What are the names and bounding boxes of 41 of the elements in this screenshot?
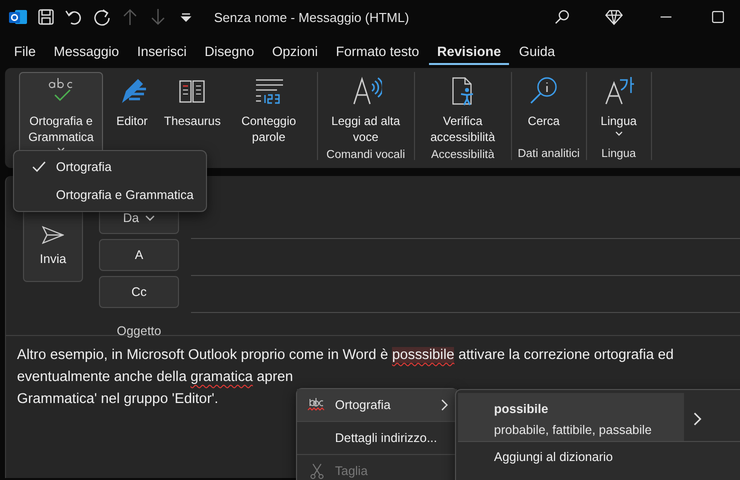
menu-item[interactable]: Aggiungi al dizionario xyxy=(456,442,740,464)
ribbon-tab[interactable]: Formato testo xyxy=(328,38,428,64)
ribbon-tab[interactable]: Messaggio xyxy=(46,38,128,64)
window-title: Senza nome - Messaggio (HTML) xyxy=(214,10,410,24)
ribbon-button[interactable]: Cerca xyxy=(518,72,570,133)
redo-icon[interactable] xyxy=(92,7,112,27)
ribbon-button[interactable]: Conteggio parole xyxy=(226,72,311,149)
spelling-icon xyxy=(307,397,327,413)
group-label: Comandi vocali xyxy=(325,149,406,161)
ribbon-button[interactable]: Verifica accessibilità xyxy=(420,72,505,149)
group-label: Accessibilità xyxy=(430,149,496,161)
ribbon-tab[interactable]: Guida xyxy=(510,38,563,64)
ribbon-button[interactable]: Thesaurus xyxy=(161,72,224,133)
maximize-icon[interactable] xyxy=(709,8,727,26)
menu-item[interactable]: Ortografia xyxy=(297,389,457,422)
chevron-down-icon xyxy=(144,214,155,222)
chevron-right-icon xyxy=(441,399,449,411)
chevron-right-icon[interactable] xyxy=(692,412,704,426)
address-button[interactable]: A xyxy=(99,239,179,271)
ribbon-tab[interactable]: File xyxy=(6,38,44,64)
save-icon[interactable] xyxy=(36,7,56,27)
search-icon[interactable] xyxy=(553,8,571,26)
address-button[interactable]: Cc xyxy=(99,276,179,308)
group-label: Lingua xyxy=(600,148,637,160)
send-button[interactable]: Invia xyxy=(23,209,83,282)
ribbon-tab[interactable]: Disegno xyxy=(196,38,262,64)
diamond-icon[interactable] xyxy=(605,8,623,26)
subject-label: Oggetto xyxy=(116,324,162,338)
send-icon xyxy=(42,226,64,244)
language-icon xyxy=(602,75,635,107)
ribbon-button[interactable]: Editor xyxy=(106,72,158,133)
chevron-down-icon xyxy=(614,131,623,136)
mail-app-logo-icon xyxy=(8,7,28,27)
ribbon-tab[interactable]: Revisione xyxy=(429,38,509,64)
menu-item[interactable]: Ortografia xyxy=(16,153,204,181)
group-label: Dati analitici xyxy=(518,148,580,160)
suggestion-item[interactable]: possibile probabile, fattibile, passabile xyxy=(458,393,684,441)
ribbon-button[interactable]: Lingua xyxy=(592,72,645,140)
ribbon-tab[interactable]: Inserisci xyxy=(129,38,195,64)
ribbon-tab[interactable]: Opzioni xyxy=(264,38,326,64)
ribbon-button[interactable]: Leggi ad alta voce xyxy=(324,72,408,149)
